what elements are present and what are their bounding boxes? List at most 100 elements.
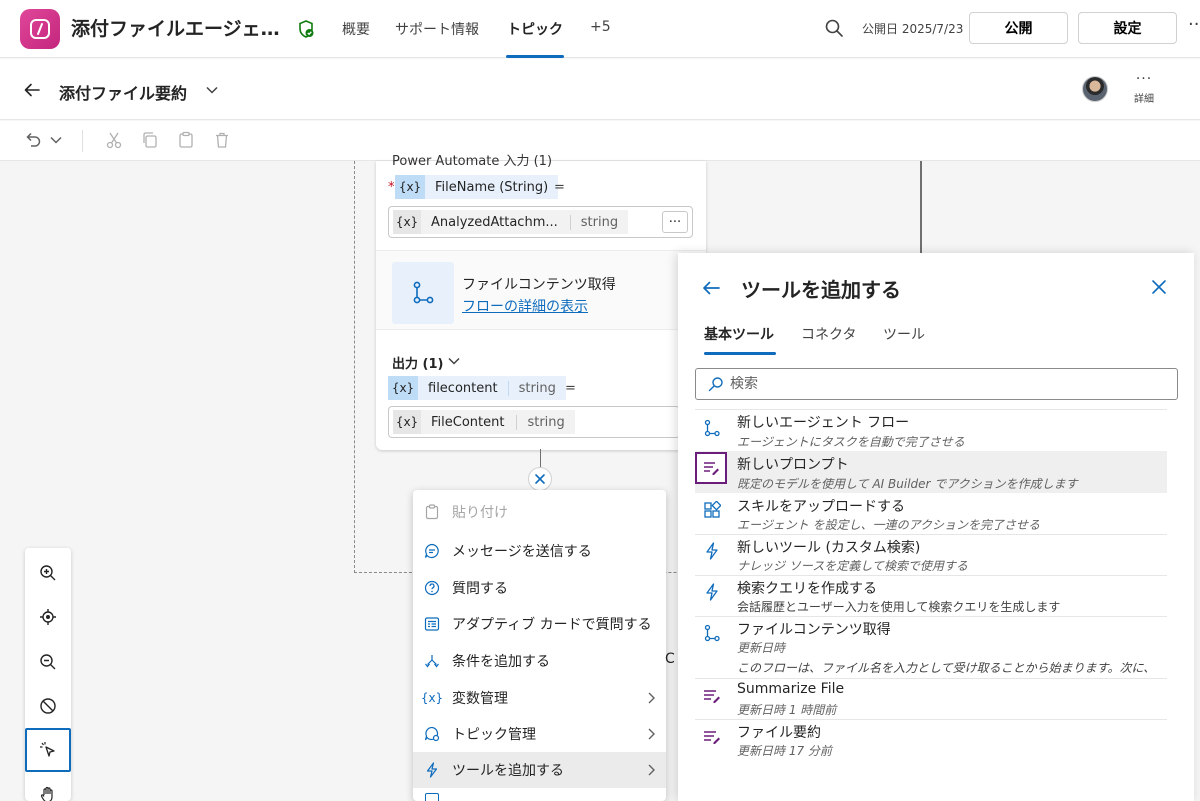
input-value-field[interactable]: {x} AnalyzedAttachm... string ··· xyxy=(388,206,693,238)
recenter-button[interactable] xyxy=(25,595,71,639)
close-icon xyxy=(535,474,545,484)
menu-item-label: 条件を追加する xyxy=(452,654,550,670)
tab-connectors[interactable]: コネクタ xyxy=(801,324,856,344)
tool-item-description: 更新日時 xyxy=(737,641,786,655)
publish-date: 公開日 2025/7/23 xyxy=(862,22,964,36)
settings-button[interactable]: 設定 xyxy=(1078,12,1177,44)
shield-check-icon[interactable] xyxy=(296,19,316,39)
select-mode-button[interactable] xyxy=(25,728,71,772)
variable-icon: {x} xyxy=(420,691,444,705)
tab-topic[interactable]: トピック xyxy=(507,19,563,39)
tool-item-create-search-query[interactable]: 検索クエリを作成する 会話履歴とユーザー入力を使用して検索クエリを生成します xyxy=(695,576,1167,616)
paste-icon[interactable] xyxy=(177,131,195,149)
tool-item-new-agent-flow[interactable]: 新しいエージェント フロー エージェントにタスクを自動で完了させる xyxy=(695,410,1167,450)
tool-item-custom-search-tool[interactable]: 新しいツール (カスタム検索) ナレッジ ソースを定義して検索で使用する xyxy=(695,535,1167,575)
variable-icon: {x} xyxy=(393,210,421,234)
tool-item-new-prompt[interactable]: 新しいプロンプト 既定のモデルを使用して AI Builder でアクションを作… xyxy=(695,451,1167,493)
tab-support[interactable]: サポート情報 xyxy=(395,19,479,39)
minimap-toggle-button[interactable] xyxy=(25,684,71,728)
tab-more[interactable]: +5 xyxy=(590,19,611,35)
tool-search-box[interactable] xyxy=(695,368,1178,400)
more-options-button[interactable]: ··· xyxy=(662,211,688,233)
search-icon xyxy=(708,377,723,392)
input-variable-chip[interactable]: {x} FileName (String) xyxy=(395,175,559,199)
active-tab-indicator xyxy=(506,55,564,58)
panel-title: ツールを追加する xyxy=(741,278,901,302)
tab-basic-tools[interactable]: 基本ツール xyxy=(704,324,774,344)
undo-icon[interactable] xyxy=(24,131,42,149)
menu-item-label: 質問する xyxy=(452,581,508,597)
tab-overview[interactable]: 概要 xyxy=(342,19,370,39)
equals-sign: = xyxy=(565,381,576,396)
tool-item-description: エージェント を設定し、一連のアクションを完了させる xyxy=(737,518,1040,532)
input-value-chip[interactable]: {x} AnalyzedAttachm... string xyxy=(393,210,629,234)
chevron-down-icon[interactable] xyxy=(205,85,219,95)
menu-item-paste[interactable]: 貼り付け xyxy=(413,494,666,530)
branch-icon xyxy=(424,653,440,669)
menu-item-variable-management[interactable]: {x} 変数管理 xyxy=(413,680,666,716)
prompt-icon xyxy=(703,687,721,705)
back-arrow-icon[interactable] xyxy=(22,80,42,100)
details-button[interactable]: ··· 詳細 xyxy=(1127,72,1161,105)
lightning-icon xyxy=(424,762,440,778)
lightning-icon xyxy=(703,583,721,601)
tool-item-title: スキルをアップロードする xyxy=(737,499,905,515)
toolbar-divider xyxy=(82,130,83,152)
publish-button[interactable]: 公開 xyxy=(969,12,1068,44)
tool-item-title: ファイル要約 xyxy=(737,725,821,741)
menu-item-adaptive-card[interactable]: アダプティブ カードで質問する xyxy=(413,606,666,642)
app-logo[interactable] xyxy=(20,9,60,49)
topic-icon xyxy=(424,726,440,742)
delete-icon[interactable] xyxy=(213,131,231,149)
menu-item-topic-management[interactable]: トピック管理 xyxy=(413,716,666,752)
menu-item-send-message[interactable]: メッセージを送信する xyxy=(413,533,666,569)
tool-item-description: エージェントにタスクを自動で完了させる xyxy=(737,435,965,449)
search-icon[interactable] xyxy=(824,18,844,38)
zoom-in-icon xyxy=(40,565,56,581)
chevron-right-icon xyxy=(646,727,656,741)
connector-line xyxy=(920,161,922,256)
pan-mode-button[interactable] xyxy=(25,774,71,801)
tool-search-input[interactable] xyxy=(730,376,1130,392)
variable-icon: {x} xyxy=(388,376,418,400)
output-value-name: FileContent xyxy=(421,414,518,430)
tool-item-file-summary[interactable]: ファイル要約 更新日時 17 分前 xyxy=(695,720,1167,760)
chevron-right-icon xyxy=(646,763,656,777)
tool-item-title: 新しいツール (カスタム検索) xyxy=(737,540,921,556)
tool-item-title: 検索クエリを作成する xyxy=(737,581,877,597)
chevron-right-icon xyxy=(646,691,656,705)
output-variable-chip[interactable]: {x} filecontent string xyxy=(388,376,566,400)
tool-item-description: 更新日時 17 分前 xyxy=(737,744,832,758)
copy-icon[interactable] xyxy=(141,131,159,149)
avatar[interactable] xyxy=(1082,76,1108,102)
more-options-icon[interactable]: ·· xyxy=(1188,14,1199,35)
menu-item-add-condition[interactable]: 条件を追加する xyxy=(413,643,666,679)
tab-tools[interactable]: ツール xyxy=(883,324,925,344)
variable-icon: {x} xyxy=(393,410,421,434)
agent-title[interactable]: 添付ファイルエージェ… xyxy=(71,14,280,41)
output-section-label[interactable]: 出力 (1) xyxy=(392,353,443,372)
flow-details-link[interactable]: フローの詳細の表示 xyxy=(462,296,588,316)
cut-icon[interactable] xyxy=(105,131,123,149)
chevron-down-icon[interactable] xyxy=(447,356,461,366)
lightning-icon xyxy=(703,542,721,560)
output-value-field[interactable]: {x} FileContent string xyxy=(388,406,680,438)
menu-item-add-tool[interactable]: ツールを追加する xyxy=(413,752,666,788)
close-icon[interactable] xyxy=(1151,279,1167,295)
tool-item-file-content-flow[interactable]: ファイルコンテンツ取得 更新日時 このフローは、ファイル名を入力として受け取るこ… xyxy=(695,617,1167,677)
topic-title[interactable]: 添付ファイル要約 xyxy=(59,80,187,104)
tool-item-upload-skill[interactable]: スキルをアップロードする エージェント を設定し、一連のアクションを完了させる xyxy=(695,494,1167,534)
output-value-chip[interactable]: {x} FileContent string xyxy=(393,410,575,434)
menu-item-label: トピック管理 xyxy=(452,727,536,743)
skill-icon xyxy=(703,501,721,519)
close-add-node-button[interactable] xyxy=(528,467,552,491)
zoom-in-button[interactable] xyxy=(25,551,71,595)
tool-item-summarize-file[interactable]: Summarize File 更新日時 1 時間前 xyxy=(695,679,1167,719)
zoom-out-button[interactable] xyxy=(25,640,71,684)
back-arrow-icon[interactable] xyxy=(700,278,722,298)
tool-item-description: ナレッジ ソースを定義して検索で使用する xyxy=(737,559,968,573)
menu-item-ask-question[interactable]: 質問する xyxy=(413,570,666,606)
locate-icon xyxy=(40,609,56,625)
flow-icon xyxy=(703,419,721,437)
undo-dropdown-chevron-icon[interactable] xyxy=(49,135,63,145)
